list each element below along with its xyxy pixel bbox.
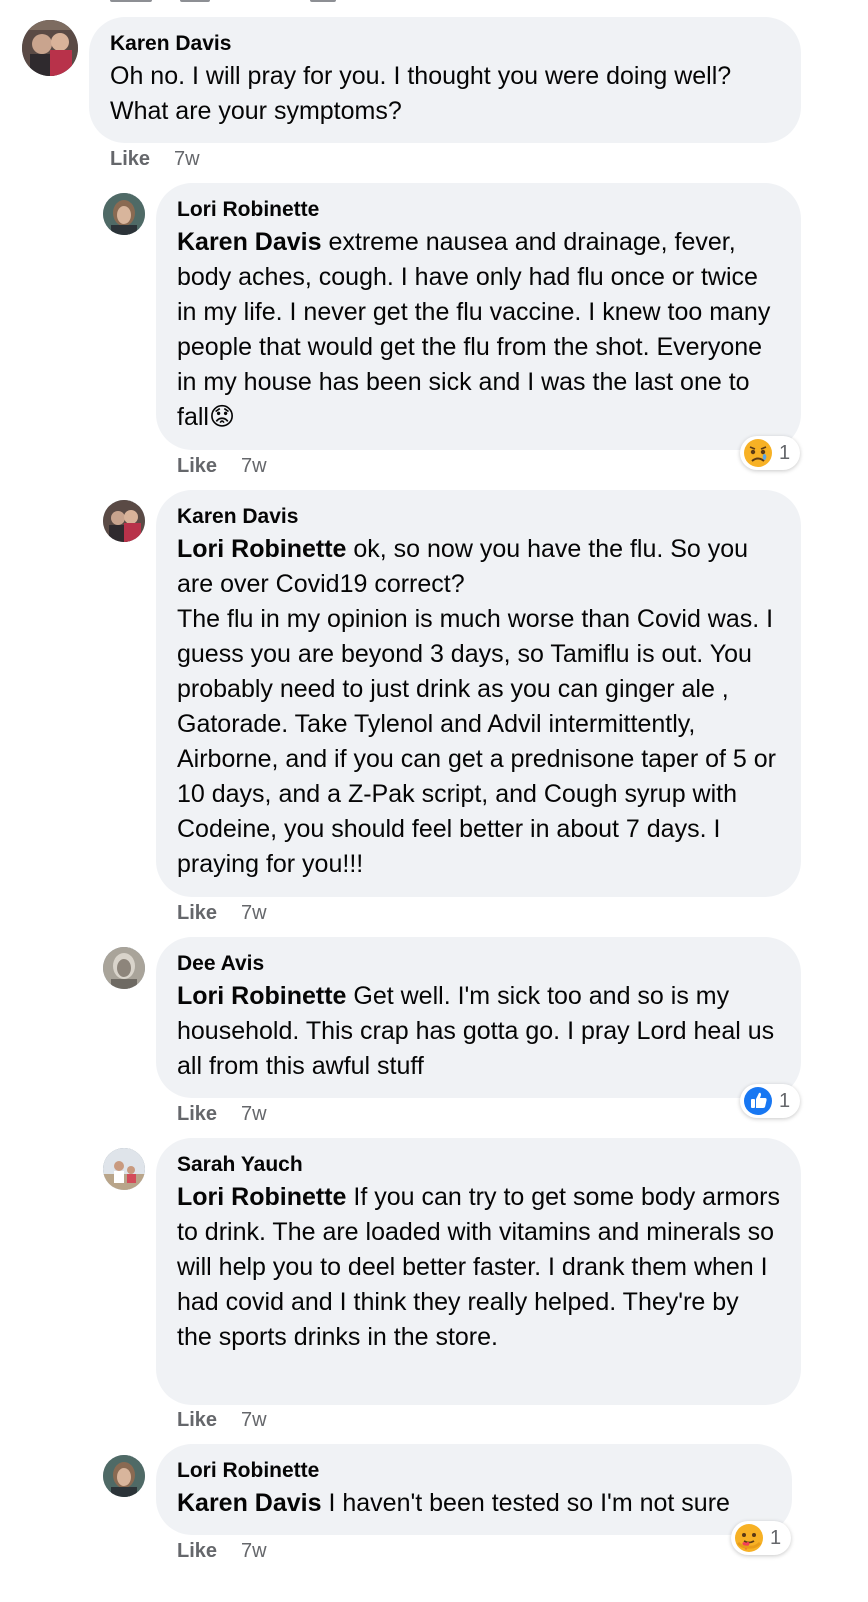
comment-bubble: Karen Davis Oh no. I will pray for you. …	[89, 17, 801, 143]
avatar[interactable]	[103, 1455, 145, 1497]
comment-author[interactable]: Karen Davis	[110, 29, 780, 59]
comment-bubble: Karen Davis Lori Robinette ok, so now yo…	[156, 490, 801, 897]
sad-reaction-icon	[743, 438, 773, 468]
mention-link[interactable]: Lori Robinette	[177, 535, 346, 563]
comment-actions: Like 7w	[177, 1408, 267, 1432]
comment-text: Lori Robinette If you can try to get som…	[177, 1183, 787, 1351]
reaction-count: 1	[779, 1089, 791, 1112]
comment-actions: Like 7w	[177, 1102, 267, 1126]
avatar[interactable]	[103, 193, 145, 235]
comment-text: Lori Robinette ok, so now you have the f…	[177, 535, 776, 878]
comment-bubble: Dee Avis Lori Robinette Get well. I'm si…	[156, 937, 801, 1098]
comment-text: Lori Robinette Get well. I'm sick too an…	[177, 982, 782, 1080]
like-button[interactable]: Like	[110, 148, 150, 170]
comment-timestamp[interactable]: 7w	[241, 1540, 267, 1562]
like-button[interactable]: Like	[177, 455, 217, 477]
comment-text: Karen Davis I haven't been tested so I'm…	[177, 1489, 730, 1517]
mention-link[interactable]: Lori Robinette	[177, 1183, 346, 1211]
comment-author[interactable]: Lori Robinette	[177, 195, 780, 225]
care-reaction-icon	[734, 1523, 764, 1553]
like-reaction-icon	[743, 1086, 773, 1116]
reaction-summary[interactable]: 1	[731, 1521, 792, 1555]
comment-actions: Like 7w	[177, 901, 267, 925]
profile-photo-icon	[22, 20, 78, 76]
reaction-summary[interactable]: 1	[740, 436, 801, 470]
avatar[interactable]	[103, 947, 145, 989]
comment-text: Oh no. I will pray for you. I thought yo…	[110, 62, 739, 125]
comment-actions: Like 7w	[110, 147, 200, 171]
comment-timestamp[interactable]: 7w	[241, 1103, 267, 1125]
avatar[interactable]	[103, 500, 145, 542]
comment-text: Karen Davis extreme nausea and drainage,…	[177, 228, 778, 431]
profile-photo-icon	[103, 947, 145, 989]
comment-timestamp[interactable]: 7w	[241, 455, 267, 477]
cropped-previous-actions	[110, 0, 340, 4]
mention-link[interactable]: Karen Davis	[177, 1489, 322, 1517]
comment-bubble: Lori Robinette Karen Davis I haven't bee…	[156, 1444, 792, 1535]
avatar[interactable]	[22, 20, 78, 76]
comment-author[interactable]: Lori Robinette	[177, 1456, 771, 1486]
like-button[interactable]: Like	[177, 1540, 217, 1562]
mention-link[interactable]: Lori Robinette	[177, 982, 346, 1010]
reaction-summary[interactable]: 1	[740, 1084, 801, 1118]
worried-face-emoji: 😟	[208, 403, 236, 431]
comment-author[interactable]: Karen Davis	[177, 502, 780, 532]
reaction-count: 1	[770, 1526, 782, 1549]
like-button[interactable]: Like	[177, 902, 217, 924]
comment-timestamp[interactable]: 7w	[241, 902, 267, 924]
like-button[interactable]: Like	[177, 1409, 217, 1431]
comment-actions: Like 7w	[177, 1539, 267, 1563]
comment-bubble: Sarah Yauch Lori Robinette If you can tr…	[156, 1138, 801, 1405]
mention-link[interactable]: Karen Davis	[177, 228, 322, 256]
comment-author[interactable]: Dee Avis	[177, 949, 780, 979]
like-button[interactable]: Like	[177, 1103, 217, 1125]
reaction-count: 1	[779, 441, 791, 464]
comment-bubble: Lori Robinette Karen Davis extreme nause…	[156, 183, 801, 450]
profile-photo-icon	[103, 500, 145, 542]
comment-timestamp[interactable]: 7w	[241, 1409, 267, 1431]
profile-photo-icon	[103, 1455, 145, 1497]
avatar[interactable]	[103, 1148, 145, 1190]
comment-author[interactable]: Sarah Yauch	[177, 1150, 780, 1180]
comment-actions: Like 7w	[177, 454, 267, 478]
comment-timestamp[interactable]: 7w	[174, 148, 200, 170]
profile-photo-icon	[103, 193, 145, 235]
profile-photo-icon	[103, 1148, 145, 1190]
